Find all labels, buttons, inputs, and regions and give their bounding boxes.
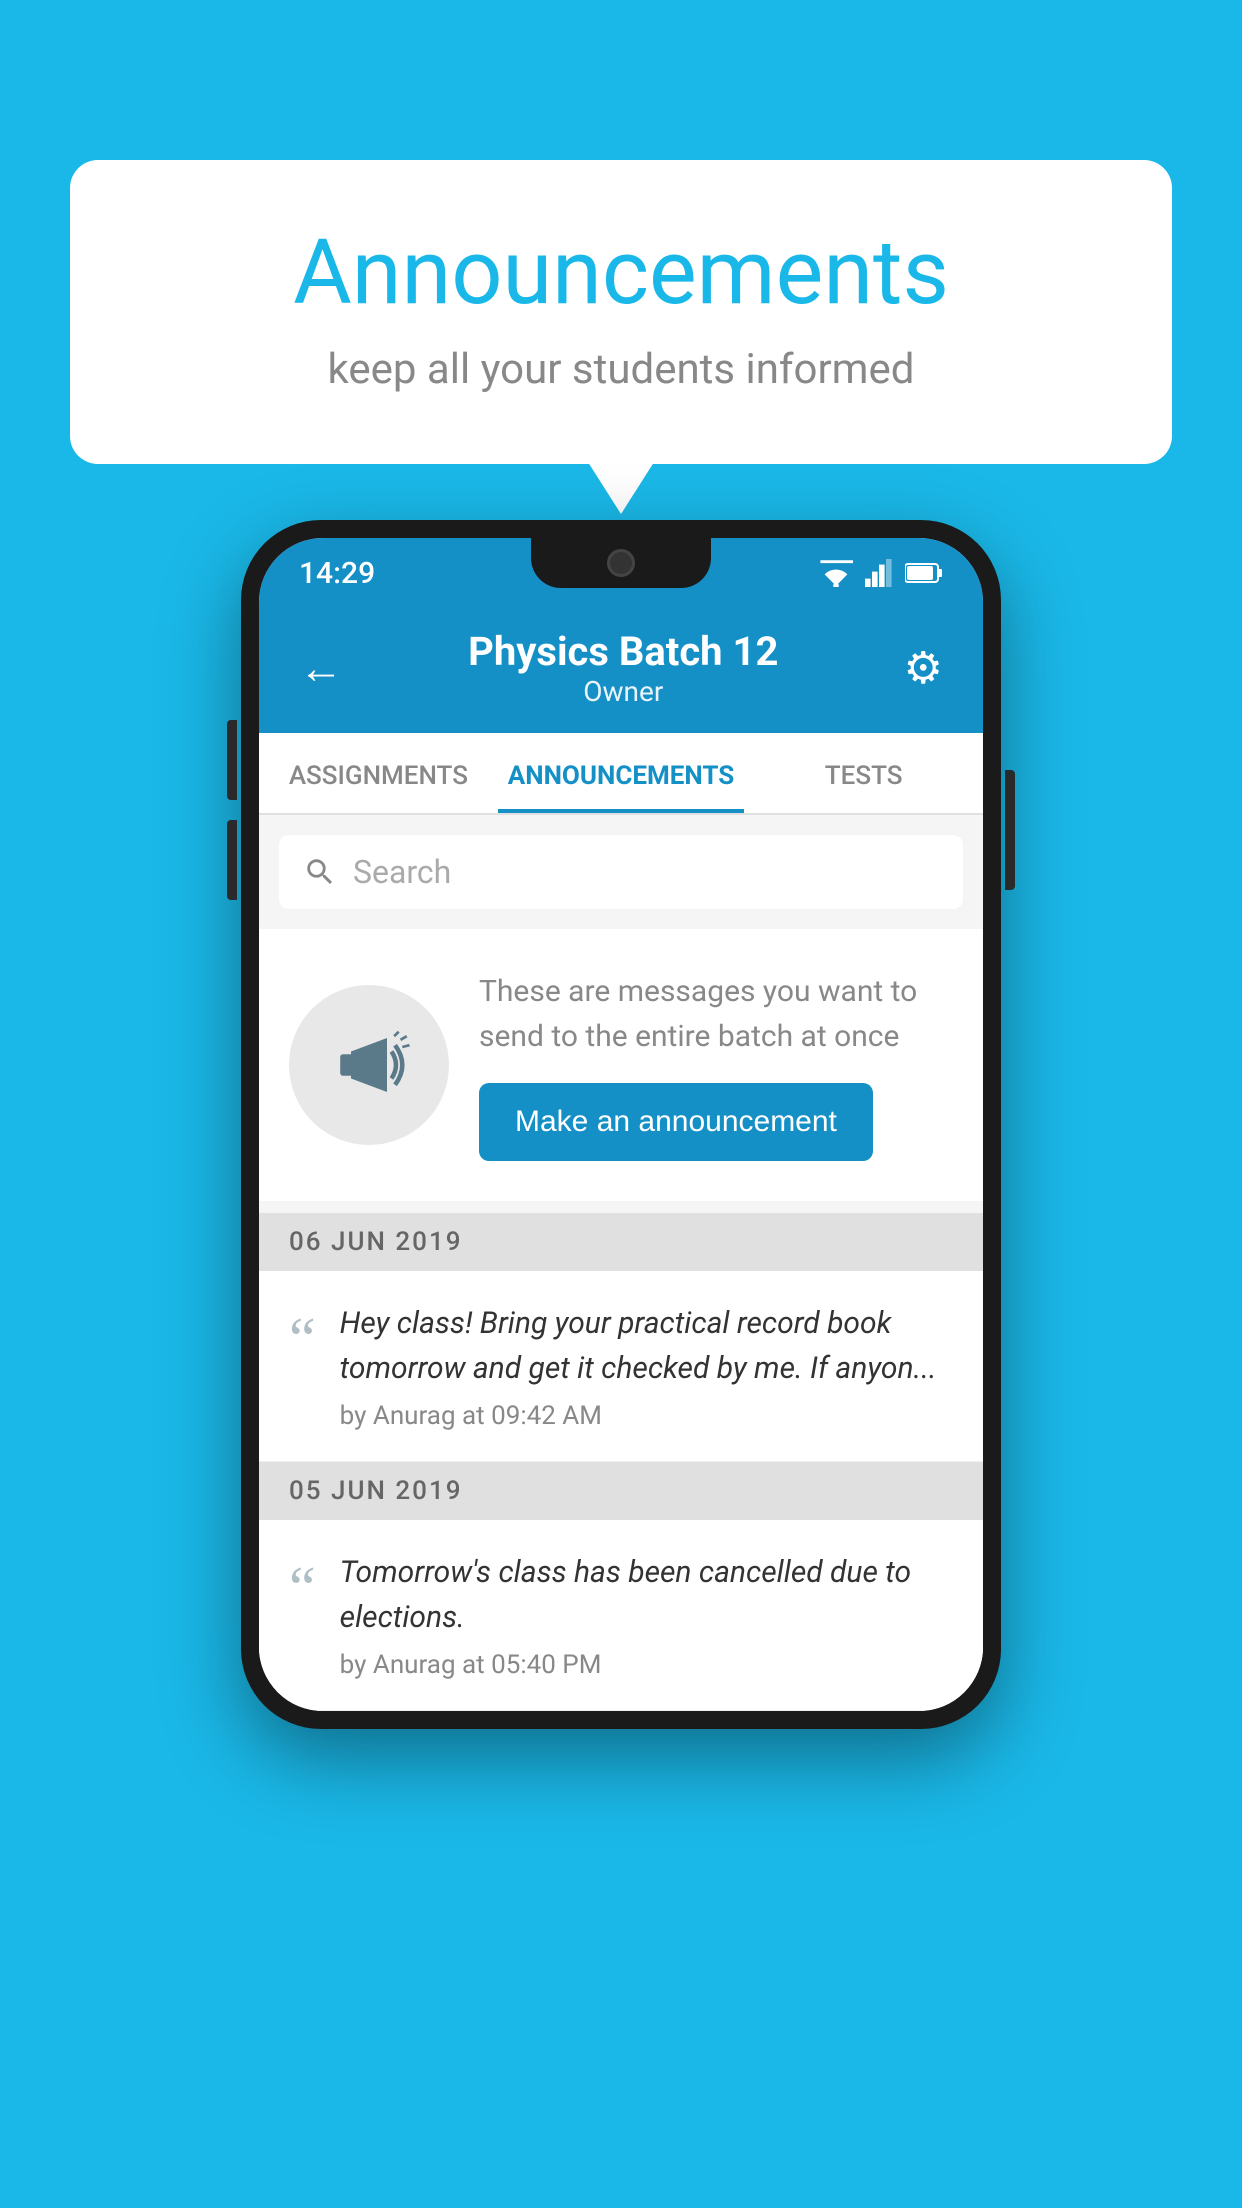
status-time: 14:29: [299, 556, 375, 591]
announcement-item-1[interactable]: “ Hey class! Bring your practical record…: [259, 1271, 983, 1462]
phone-screen: 14:29: [259, 538, 983, 1711]
tab-tests[interactable]: TESTS: [744, 733, 983, 813]
tabs-container: ASSIGNMENTS ANNOUNCEMENTS TESTS: [259, 733, 983, 815]
megaphone-icon: [324, 1020, 414, 1110]
phone-container: 14:29: [241, 520, 1001, 1729]
announcement-text-area-1: Hey class! Bring your practical record b…: [340, 1301, 953, 1431]
make-announcement-button[interactable]: Make an announcement: [479, 1083, 873, 1161]
bubble-title: Announcements: [150, 220, 1092, 325]
status-icons: [819, 559, 943, 587]
quote-icon-2: “: [289, 1558, 316, 1618]
back-button[interactable]: ←: [299, 642, 343, 694]
app-bar-title: Physics Batch 12: [468, 628, 778, 675]
tab-announcements[interactable]: ANNOUNCEMENTS: [498, 733, 744, 813]
announcement-meta-2: by Anurag at 05:40 PM: [340, 1650, 953, 1680]
date-separator-1: 06 JUN 2019: [259, 1213, 983, 1271]
app-bar-center: Physics Batch 12 Owner: [468, 628, 778, 708]
announcement-meta-1: by Anurag at 09:42 AM: [340, 1401, 953, 1431]
announcement-item-2[interactable]: “ Tomorrow's class has been cancelled du…: [259, 1520, 983, 1711]
volume-down-button: [227, 820, 237, 900]
announcement-text-1: Hey class! Bring your practical record b…: [340, 1301, 953, 1391]
signal-icon: [865, 559, 893, 587]
app-bar-subtitle: Owner: [468, 675, 778, 708]
intro-description: These are messages you want to send to t…: [479, 969, 953, 1059]
speech-bubble-container: Announcements keep all your students inf…: [70, 160, 1172, 464]
search-bar[interactable]: Search: [279, 835, 963, 909]
quote-icon-1: “: [289, 1309, 316, 1369]
phone-notch: [531, 538, 711, 588]
search-placeholder: Search: [353, 853, 451, 891]
battery-icon: [905, 562, 943, 584]
intro-card: These are messages you want to send to t…: [259, 929, 983, 1201]
power-button: [1005, 770, 1015, 890]
wifi-icon: [819, 559, 853, 587]
intro-right: These are messages you want to send to t…: [479, 969, 953, 1161]
megaphone-circle: [289, 985, 449, 1145]
announcement-text-area-2: Tomorrow's class has been cancelled due …: [340, 1550, 953, 1680]
phone-camera: [607, 549, 635, 577]
bubble-subtitle: keep all your students informed: [150, 345, 1092, 394]
search-icon: [303, 855, 337, 889]
phone-outer: 14:29: [241, 520, 1001, 1729]
speech-bubble: Announcements keep all your students inf…: [70, 160, 1172, 464]
tab-assignments[interactable]: ASSIGNMENTS: [259, 733, 498, 813]
volume-up-button: [227, 720, 237, 800]
settings-icon[interactable]: ⚙: [904, 642, 943, 694]
app-bar: ← Physics Batch 12 Owner ⚙: [259, 608, 983, 733]
announcement-text-2: Tomorrow's class has been cancelled due …: [340, 1550, 953, 1640]
date-separator-2: 05 JUN 2019: [259, 1462, 983, 1520]
content-area: Search: [259, 835, 983, 1711]
